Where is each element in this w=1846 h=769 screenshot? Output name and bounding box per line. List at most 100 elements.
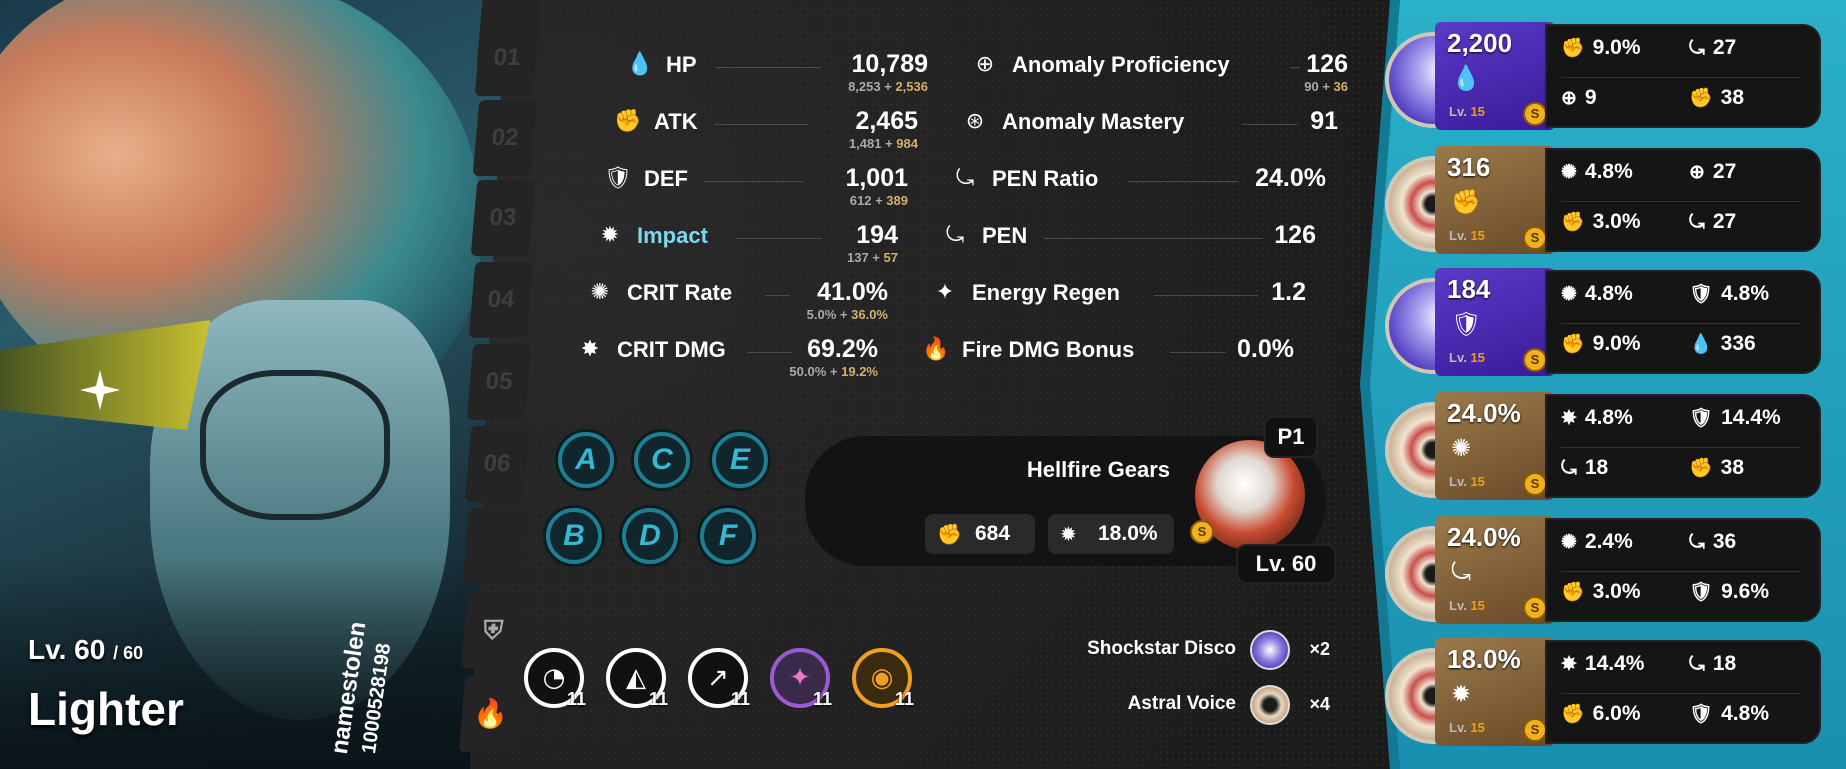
mindscape-slot-3[interactable]: 03 xyxy=(470,180,536,256)
stat-label: Anomaly Mastery xyxy=(1002,109,1185,134)
stat-label: CRIT Rate xyxy=(627,280,733,305)
disc-substat: ✊ 9.0% xyxy=(1561,332,1641,356)
substat-icon: ✊ xyxy=(1561,212,1585,233)
drive-disc-3[interactable]: 184 🛡 Lv. 15 S ✺ 4.8% 🛡 4.8% ✊ 9.0% 💧 336 xyxy=(1385,268,1825,376)
basic-attack-skill[interactable]: ◔ 11 xyxy=(524,648,586,709)
special-attack-skill[interactable]: ✦ 11 xyxy=(770,648,832,709)
disc-main-value: 2,200 xyxy=(1447,28,1513,58)
mindscape-slot-6[interactable]: 06 xyxy=(464,426,530,502)
drive-disc-1[interactable]: 2,200 💧 Lv. 15 S ✊ 9.0% ⤿ 27 ⊕ 9 ✊ 38 xyxy=(1385,22,1825,130)
substat-icon: ⤿ xyxy=(1689,532,1705,553)
shockstar-disco-icon xyxy=(1250,630,1290,670)
drive-disc-5[interactable]: 24.0% ⤿ Lv. 15 S ✺ 2.4% ⤿ 36 ✊ 3.0% 🛡 9.6% xyxy=(1385,516,1825,624)
stat-label: Energy Regen xyxy=(972,280,1120,305)
stat-value: 41.0% xyxy=(817,278,888,306)
stat-divider xyxy=(765,295,790,296)
assist-skill[interactable]: ↗ 11 xyxy=(688,648,750,709)
substat-value: 336 xyxy=(1720,332,1756,355)
stat-crit-dmg: ✸ CRIT DMG 69.2% 50.0% + 19.2% xyxy=(577,335,878,379)
chain-attack-skill[interactable]: ◉ 11 xyxy=(852,648,914,709)
substat-value: 3.0% xyxy=(1592,580,1641,603)
stat-divider xyxy=(1044,238,1262,239)
disc-main-value: 316 xyxy=(1447,152,1491,182)
disc-substats: ✊ 9.0% ⤿ 27 ⊕ 9 ✊ 38 xyxy=(1545,24,1821,128)
mindscape-slot-4[interactable]: 04 xyxy=(468,262,534,338)
substat-value: 9.6% xyxy=(1721,580,1769,603)
level-value: Lv. 60 xyxy=(28,634,106,665)
mindscape-slot-2[interactable]: 02 xyxy=(472,100,538,176)
disc-level: Lv. 15 xyxy=(1449,598,1485,613)
stat-value: 24.0% xyxy=(1255,164,1326,192)
stat-label: Fire DMG Bonus xyxy=(962,337,1135,362)
substat-value: 4.8% xyxy=(1721,702,1769,725)
substat-icon: 🛡 xyxy=(1689,704,1714,725)
portrait-glasses xyxy=(200,370,390,520)
hp-icon: 💧 xyxy=(626,52,654,77)
skill-e[interactable]: E xyxy=(712,432,768,488)
substat-icon: ✊ xyxy=(1689,458,1713,479)
skill-a[interactable]: A xyxy=(558,432,614,488)
substat-divider xyxy=(1561,447,1801,448)
dodge-skill[interactable]: ◭ 11 xyxy=(606,648,668,709)
substat-value: 38 xyxy=(1720,456,1745,479)
stat-label: PEN xyxy=(982,223,1028,248)
disc-substat: 💧 336 xyxy=(1689,332,1756,356)
stat-anomaly-proficiency: ⊕ Anomaly Proficiency 126 90 + 36 xyxy=(972,50,1348,94)
stat-divider xyxy=(1170,352,1226,353)
slot-empty xyxy=(462,508,528,584)
stat-value: 126 xyxy=(1306,50,1348,78)
stat-label: HP xyxy=(666,52,697,77)
substat-value: 36 xyxy=(1712,530,1737,553)
disc-substat: 🛡 4.8% xyxy=(1689,282,1769,306)
skill-f[interactable]: F xyxy=(700,508,756,564)
substat-divider xyxy=(1561,571,1801,572)
substat-value: 27 xyxy=(1712,36,1737,59)
skill-c[interactable]: C xyxy=(634,432,690,488)
substat-icon: 💧 xyxy=(1689,334,1713,355)
rarity-s-icon: S xyxy=(1523,348,1547,372)
w-engine-level: Lv. 60 xyxy=(1236,544,1336,584)
drive-disc-6[interactable]: 18.0% ✹ Lv. 15 S ✸ 14.4% ⤿ 18 ✊ 6.0% 🛡 4.8% xyxy=(1385,638,1825,746)
substat-value: 18 xyxy=(1584,456,1609,479)
substat-icon: ⤿ xyxy=(1689,654,1705,675)
mindscape-slot-5[interactable]: 05 xyxy=(466,344,532,420)
stat-breakdown: 50.0% + 19.2% xyxy=(789,364,878,379)
substat-divider xyxy=(1561,323,1801,324)
stat-crit-rate: ✺ CRIT Rate 41.0% 5.0% + 36.0% xyxy=(587,278,888,322)
disc-substats: ✺ 4.8% ⊕ 27 ✊ 3.0% ⤿ 27 xyxy=(1545,148,1821,252)
disc-main-stat-icon: ✹ xyxy=(1451,680,1472,708)
stat-impact: ✹ Impact 194 137 + 57 xyxy=(597,221,898,265)
substat-icon: ✊ xyxy=(1561,38,1585,59)
substat-value: 14.4% xyxy=(1584,652,1645,675)
substat-value: 9.0% xyxy=(1592,36,1641,59)
stat-label: Anomaly Proficiency xyxy=(1012,52,1230,77)
substat-divider xyxy=(1561,201,1801,202)
stat-breakdown: 137 + 57 xyxy=(847,250,898,265)
substat-icon: ✊ xyxy=(1561,582,1585,603)
substat-value: 4.8% xyxy=(1584,282,1633,305)
disc-substat: ✊ 3.0% xyxy=(1561,210,1641,234)
weapon-type-icon: ⛨ xyxy=(460,592,526,668)
substat-icon: ⤿ xyxy=(1561,458,1577,479)
disc-substats: ✺ 4.8% 🛡 4.8% ✊ 9.0% 💧 336 xyxy=(1545,270,1821,374)
stat-value: 126 xyxy=(1274,221,1316,249)
drive-disc-2[interactable]: 316 ✊ Lv. 15 S ✺ 4.8% ⊕ 27 ✊ 3.0% ⤿ 27 xyxy=(1385,146,1825,254)
set-shockstar-disco: Shockstar Disco ×2 xyxy=(1000,630,1330,670)
def-icon: 🛡 xyxy=(604,166,632,191)
disc-main-stat-icon: ⤿ xyxy=(1451,558,1471,586)
skill-d[interactable]: D xyxy=(622,508,678,564)
disc-main-value: 18.0% xyxy=(1447,644,1521,674)
substat-divider xyxy=(1561,693,1801,694)
stat-divider xyxy=(747,352,792,353)
stat-fire-dmg-bonus: 🔥 Fire DMG Bonus 0.0% xyxy=(922,335,1294,367)
skill-b[interactable]: B xyxy=(546,508,602,564)
substat-icon: 🛡 xyxy=(1689,582,1714,603)
stat-breakdown: 612 + 389 xyxy=(849,193,908,208)
disc-level: Lv. 15 xyxy=(1449,474,1485,489)
drive-disc-4[interactable]: 24.0% ✺ Lv. 15 S ✸ 4.8% 🛡 14.4% ⤿ 18 ✊ 38 xyxy=(1385,392,1825,500)
stat-divider xyxy=(1154,295,1258,296)
mindscape-slot-1[interactable]: 01 xyxy=(474,20,540,96)
substat-value: 6.0% xyxy=(1592,702,1641,725)
stat-label: CRIT DMG xyxy=(617,337,726,362)
substat-icon: ⊕ xyxy=(1689,162,1705,183)
